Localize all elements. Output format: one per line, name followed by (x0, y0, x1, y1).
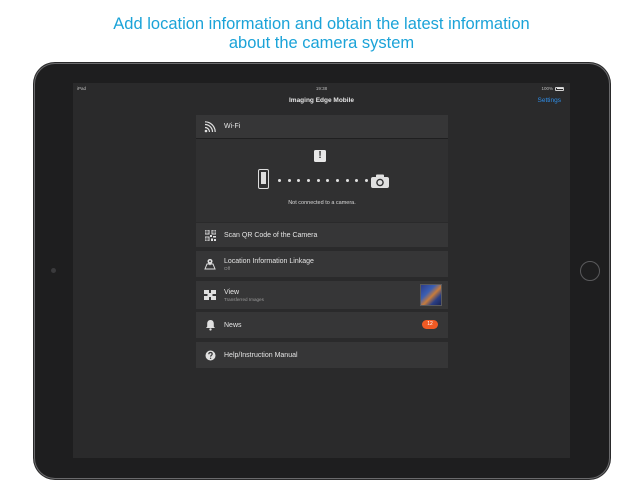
home-button[interactable] (580, 261, 600, 281)
wifi-label: Wi-Fi (224, 123, 241, 130)
battery-icon (555, 86, 564, 91)
promo-headline: Add location information and obtain the … (0, 15, 643, 53)
settings-button[interactable]: Settings (538, 97, 562, 104)
nav-bar: Imaging Edge Mobile Settings (73, 93, 570, 113)
connection-status: Not connected to a camera. (288, 200, 356, 206)
news-row[interactable]: News 12 (196, 312, 448, 338)
wifi-icon (203, 120, 217, 134)
news-count-badge: 12 (422, 320, 438, 329)
connection-dots (278, 179, 368, 182)
front-camera (51, 268, 56, 273)
connection-area: ! Not connected to a camera. (196, 138, 448, 222)
help-label: Help/Instruction Manual (224, 351, 298, 359)
location-label: Location Information Linkage (224, 257, 314, 265)
scan-qr-label: Scan QR Code of the Camera (224, 231, 318, 239)
view-row[interactable]: View Transferred Images (196, 281, 448, 309)
wifi-row[interactable]: Wi-Fi (196, 115, 448, 138)
location-status: Off (224, 265, 231, 271)
status-bar: iPad 19:38 100% (73, 83, 570, 93)
help-row[interactable]: Help/Instruction Manual (196, 342, 448, 368)
app-screen: iPad 19:38 100% Imaging Edge Mobile Sett… (73, 83, 570, 458)
view-images-icon (203, 288, 217, 302)
bell-icon (203, 318, 217, 332)
nav-title: Imaging Edge Mobile (288, 97, 354, 104)
latest-image-thumbnail[interactable] (420, 284, 442, 306)
scan-qr-row[interactable]: Scan QR Code of the Camera (196, 223, 448, 247)
status-time: 19:38 (315, 86, 328, 91)
promo-headline-line1: Add location information and obtain the … (113, 15, 530, 33)
news-label: News (224, 321, 242, 329)
warning-icon: ! (314, 150, 326, 162)
battery-percent: 100% (541, 86, 553, 91)
camera-icon (371, 174, 389, 188)
phone-icon (258, 169, 269, 189)
view-label: View (224, 288, 240, 296)
promo-headline-line2: about the camera system (228, 34, 415, 52)
status-battery: 100% (541, 86, 564, 91)
location-map-icon (203, 257, 217, 271)
location-linkage-row[interactable]: Location Information Linkage Off (196, 251, 448, 277)
qr-code-icon (203, 228, 217, 242)
help-icon (203, 348, 217, 362)
view-sub: Transferred Images (224, 296, 264, 302)
